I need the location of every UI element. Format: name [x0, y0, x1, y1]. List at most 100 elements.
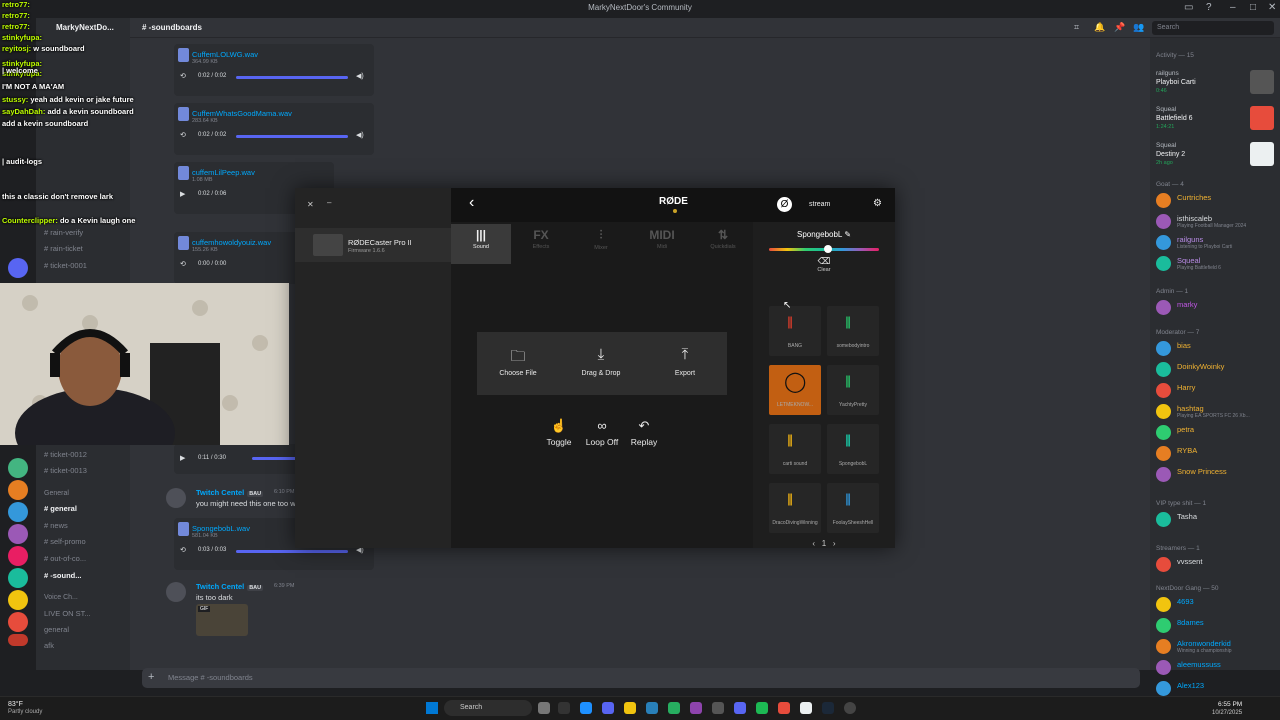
sound-pad[interactable]: ||| carti sound: [769, 424, 821, 474]
app-icon[interactable]: [778, 702, 790, 714]
tab-sound[interactable]: ||| Sound: [451, 224, 511, 264]
next-page-icon[interactable]: ›: [833, 539, 836, 548]
audio-attachment[interactable]: CuffemWhatsGoodMama.wav 283.64 KB ⟲ 0:02…: [174, 103, 374, 155]
activity-card[interactable]: Squeal Destiny 2 2h ago: [1156, 142, 1274, 172]
app-icon[interactable]: [624, 702, 636, 714]
member-item[interactable]: railguns Listening to Playboi Carti: [1156, 235, 1278, 251]
member-item[interactable]: aleemussuss: [1156, 660, 1278, 676]
app-icon[interactable]: [756, 702, 768, 714]
server-icon[interactable]: [8, 458, 28, 478]
attachment-filename[interactable]: SpongebobL.wav: [192, 524, 250, 533]
composer-placeholder[interactable]: Message # -soundboards: [168, 673, 253, 682]
clock-date[interactable]: 10/27/2025: [1212, 710, 1242, 716]
server-icon[interactable]: [8, 546, 28, 566]
minimize-button[interactable]: –: [1230, 2, 1236, 13]
weather-temp[interactable]: 83°F: [8, 701, 23, 708]
profile-name[interactable]: stream: [809, 201, 830, 208]
app-icon[interactable]: [822, 702, 834, 714]
server-icon[interactable]: [8, 480, 28, 500]
channel-item[interactable]: # ticket-0001: [44, 261, 87, 270]
server-icon[interactable]: [8, 524, 28, 544]
audio-attachment[interactable]: CuffemLOLWG.wav 364.99 KB ⟲ 0:02 / 0:02 …: [174, 44, 374, 96]
audio-progress[interactable]: [236, 76, 348, 79]
color-slider-handle[interactable]: [824, 245, 832, 253]
play-icon[interactable]: ⟲: [180, 260, 186, 268]
channel-item[interactable]: # news: [44, 521, 68, 530]
attachment-filename[interactable]: CuffemLOLWG.wav: [192, 50, 258, 59]
choose-file-button[interactable]: 🗀 Choose File: [483, 346, 553, 377]
tab-mixer[interactable]: ⫶ Mixer: [571, 224, 631, 264]
app-icon[interactable]: [734, 702, 746, 714]
channel-item[interactable]: # rain-ticket: [44, 244, 83, 253]
app-icon[interactable]: [538, 702, 550, 714]
app-icon[interactable]: [690, 702, 702, 714]
voice-channel-item[interactable]: LIVE ON ST...: [44, 609, 91, 618]
device-item[interactable]: RØDECaster Pro II Firmware 1.6.6: [295, 228, 451, 262]
members-icon[interactable]: 👥: [1133, 22, 1144, 33]
settings-gear-icon[interactable]: ⚙: [873, 198, 882, 209]
sound-pad[interactable]: ◯ LETMEKNOW...: [769, 365, 821, 415]
mute-icon[interactable]: 🔔: [1094, 22, 1105, 33]
voice-channel-item[interactable]: general: [44, 625, 69, 634]
replay-button[interactable]: ↶ Replay: [619, 418, 669, 447]
member-item[interactable]: vvssent: [1156, 557, 1278, 573]
member-item[interactable]: Squeal Playing Battlefield 6: [1156, 256, 1278, 272]
close-button[interactable]: ✕: [1268, 2, 1276, 13]
play-icon[interactable]: ▶: [180, 454, 185, 462]
server-icon[interactable]: [8, 590, 28, 610]
close-icon[interactable]: ✕: [307, 200, 314, 209]
sound-pad[interactable]: ||| DracoDivingWinning: [769, 483, 821, 533]
channel-item[interactable]: # self-promo: [44, 537, 86, 546]
avatar[interactable]: [166, 488, 186, 508]
member-item[interactable]: Akronwonderkid Winning a championship: [1156, 639, 1278, 655]
server-icon[interactable]: [8, 502, 28, 522]
app-icon[interactable]: [844, 702, 856, 714]
activity-card[interactable]: railguns Playboi Carti 0:46: [1156, 70, 1274, 100]
maximize-button[interactable]: □: [1250, 2, 1256, 13]
sound-pad[interactable]: ||| FoolaySheeshHell: [827, 483, 879, 533]
threads-icon[interactable]: ⌗: [1074, 22, 1079, 33]
search-input[interactable]: Search: [1152, 21, 1274, 35]
app-icon[interactable]: [558, 702, 570, 714]
voice-channel-item[interactable]: afk: [44, 641, 54, 650]
member-item[interactable]: Curtriches: [1156, 193, 1278, 209]
export-button[interactable]: ⤒ Export: [650, 346, 720, 377]
app-icon[interactable]: [602, 702, 614, 714]
gif-embed[interactable]: GIF: [196, 604, 248, 636]
app-icon[interactable]: [800, 702, 812, 714]
sound-pad[interactable]: ||| YachtyPretty: [827, 365, 879, 415]
tab-midi[interactable]: MIDI Midi: [632, 224, 692, 264]
member-item[interactable]: Alex123: [1156, 681, 1278, 697]
channel-item[interactable]: # ticket-0013: [44, 466, 87, 475]
member-item[interactable]: 8dames: [1156, 618, 1278, 634]
minimize-icon[interactable]: –: [327, 198, 331, 207]
edit-icon[interactable]: ✎: [844, 230, 851, 239]
app-icon[interactable]: [646, 702, 658, 714]
drag-drop-button[interactable]: ⤓ Drag & Drop: [566, 346, 636, 377]
inbox-icon[interactable]: ▭: [1184, 2, 1193, 13]
app-icon[interactable]: [712, 702, 724, 714]
play-icon[interactable]: ⟲: [180, 546, 186, 554]
sound-pad[interactable]: ||| BANG: [769, 306, 821, 356]
clear-button[interactable]: ⌫ Clear: [811, 256, 837, 273]
add-icon[interactable]: +: [148, 671, 154, 683]
tab-effects[interactable]: FX Effects: [511, 224, 571, 264]
member-item[interactable]: marky: [1156, 300, 1278, 316]
attachment-filename[interactable]: CuffemWhatsGoodMama.wav: [192, 109, 292, 118]
member-item[interactable]: isthiscaleb Playing Football Manager 2024: [1156, 214, 1278, 230]
member-item[interactable]: Snow Princess: [1156, 467, 1278, 483]
back-icon[interactable]: ‹: [469, 194, 474, 212]
member-item[interactable]: Tasha: [1156, 512, 1278, 528]
taskbar-search[interactable]: Search: [444, 700, 532, 716]
volume-icon[interactable]: ◀): [356, 131, 364, 139]
avatar[interactable]: [166, 582, 186, 602]
channel-item[interactable]: # general: [44, 504, 77, 513]
member-item[interactable]: petra: [1156, 425, 1278, 441]
attachment-filename[interactable]: cuffemhowoldyouiz.wav: [192, 238, 271, 247]
audio-progress[interactable]: [236, 135, 348, 138]
channel-category[interactable]: Voice Ch...: [44, 594, 78, 601]
tab-quickdials[interactable]: ⇅ Quickdials: [693, 224, 753, 264]
server-icon[interactable]: [8, 258, 28, 278]
app-icon[interactable]: [668, 702, 680, 714]
channel-item[interactable]: # -sound...: [44, 571, 82, 580]
